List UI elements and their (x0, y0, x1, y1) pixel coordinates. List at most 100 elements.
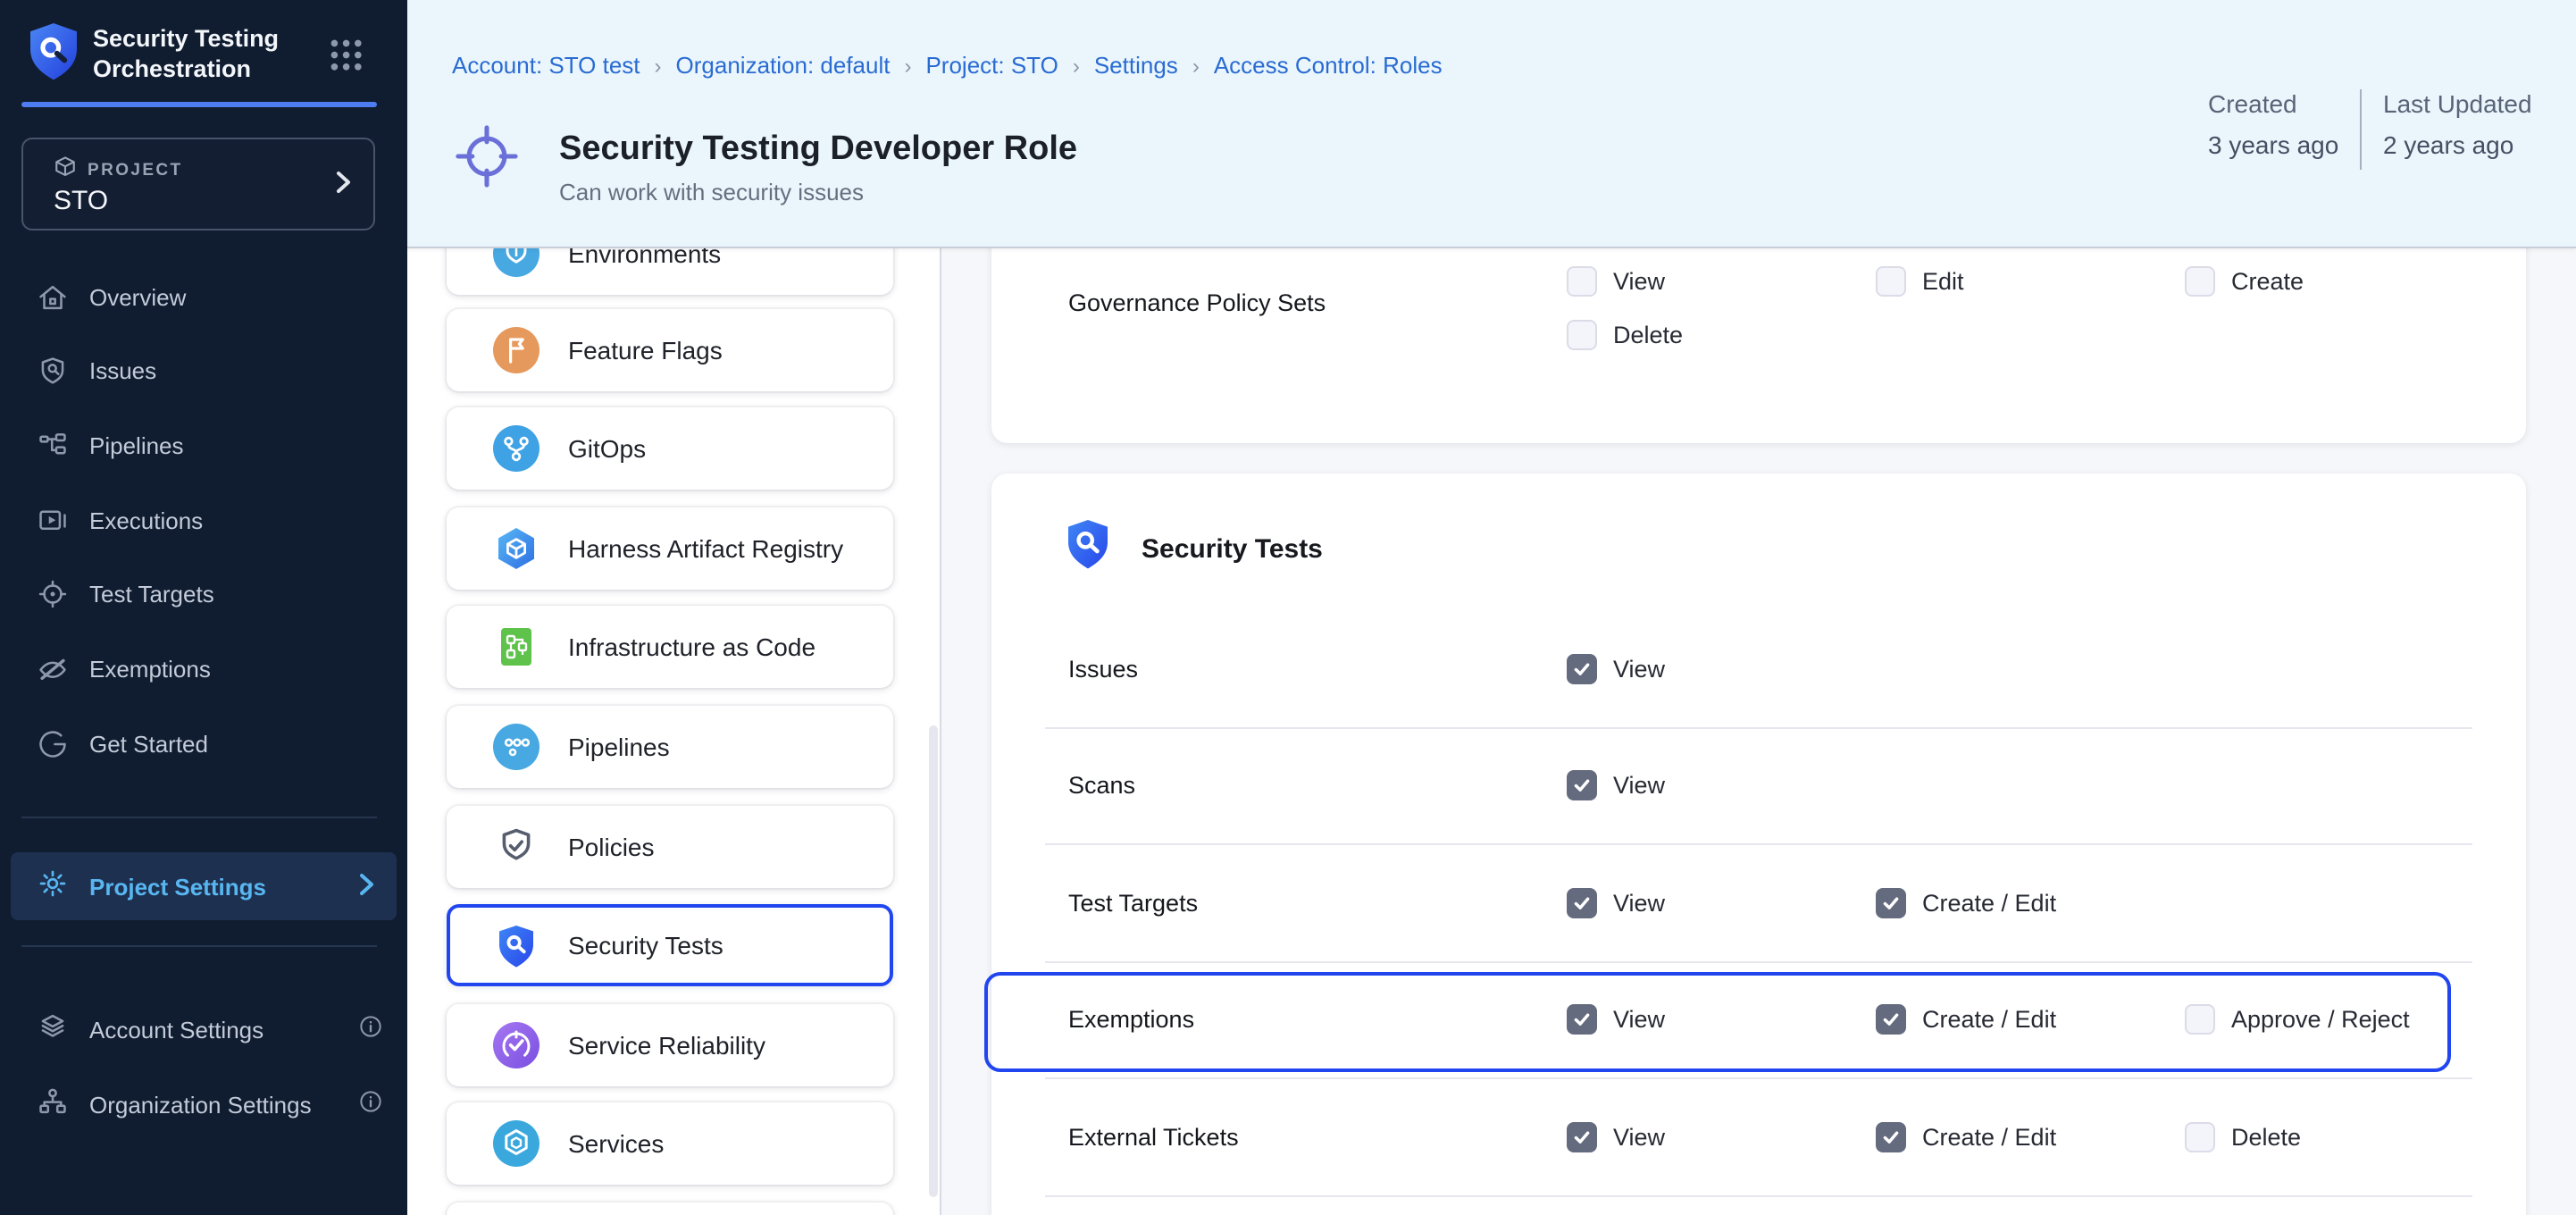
project-selector[interactable]: PROJECT STO (21, 138, 375, 230)
resource-category-label: Pipelines (568, 733, 670, 761)
permission-row-label: Issues (1045, 656, 1567, 683)
security-tests-card: Security Tests Issues ViewScans ViewTest… (991, 473, 2526, 1215)
sidebar-item-label: Account Settings (89, 1016, 263, 1043)
module-grid-icon[interactable] (330, 39, 363, 80)
resource-category-services[interactable]: Services (447, 1103, 893, 1186)
page-header: Account: STO test › Organization: default ›… (407, 0, 2576, 248)
checkbox-label[interactable]: View (1613, 1124, 1665, 1151)
policies-icon (493, 823, 539, 869)
checkbox-label[interactable]: Approve / Reject (2231, 1007, 2410, 1034)
checkbox-label[interactable]: View (1613, 773, 1665, 800)
feature-flags-icon (493, 326, 539, 373)
permission-view: View (1567, 266, 1876, 297)
resource-category-gitops[interactable]: GitOps (447, 407, 893, 490)
sidebar-item-label: Test Targets (89, 582, 214, 608)
breadcrumb-item-access-control-roles[interactable]: Access Control: Roles (1214, 52, 1443, 79)
last-updated-meta: Last Updated 2 years ago (2383, 89, 2532, 159)
checkbox-view[interactable] (1567, 654, 1597, 684)
checkbox-view[interactable] (1567, 1005, 1597, 1035)
resource-category-label: Service Reliability (568, 1031, 765, 1060)
sidebar-item-exemptions[interactable]: Exemptions (0, 633, 407, 705)
info-icon[interactable] (357, 1013, 384, 1045)
cube-icon (54, 155, 77, 184)
checkbox-view[interactable] (1567, 1122, 1597, 1152)
resource-category-label: Security Tests (568, 931, 723, 959)
sidebar-divider (21, 817, 377, 818)
breadcrumb-item-project-sto[interactable]: Project: STO (925, 52, 1058, 79)
permission-delete: Delete (2185, 1122, 2494, 1152)
checkbox-label[interactable]: View (1613, 268, 1665, 295)
resource-category-service-reliability[interactable]: Service Reliability (447, 1004, 893, 1086)
account-settings-icon (36, 1010, 70, 1049)
permission-view: View (1567, 1005, 1876, 1035)
sidebar-item-issues[interactable]: Issues (0, 335, 407, 406)
app-window: Security Testing Orchestration PROJECT S… (0, 0, 2576, 1215)
checkbox-delete[interactable] (1567, 320, 1597, 350)
permission-edit: Edit (1876, 266, 2185, 297)
accent-rule (21, 102, 377, 107)
permission-delete: Delete (1567, 320, 1876, 350)
checkbox-label[interactable]: View (1613, 1007, 1665, 1034)
checkbox-create-edit[interactable] (1876, 1005, 1906, 1035)
checkbox-view[interactable] (1567, 888, 1597, 918)
checkbox-edit[interactable] (1876, 266, 1906, 297)
checkbox-delete[interactable] (2185, 1122, 2215, 1152)
permission-row-label: Scans (1045, 773, 1567, 800)
sidebar-item-label: Executions (89, 507, 203, 533)
checkbox-create-edit[interactable] (1876, 888, 1906, 918)
permission-row-issues: Issues View (1045, 611, 2472, 728)
resource-category-harness-artifact-registry[interactable]: Harness Artifact Registry (447, 507, 893, 590)
resource-category-partial[interactable] (447, 1202, 893, 1215)
checkbox-label[interactable]: Edit (1922, 268, 1964, 295)
sidebar-item-project-settings[interactable]: Project Settings (11, 852, 397, 920)
checkbox-create-edit[interactable] (1876, 1122, 1906, 1152)
sidebar-item-overview[interactable]: Overview (0, 261, 407, 332)
info-icon[interactable] (357, 1088, 384, 1120)
gear-icon (36, 867, 70, 906)
resource-category-label: GitOps (568, 434, 646, 463)
page-subtitle: Can work with security issues (559, 179, 864, 205)
breadcrumb-item-settings[interactable]: Settings (1094, 52, 1178, 79)
checkbox-label[interactable]: Create / Edit (1922, 1124, 2056, 1151)
sidebar-item-pipelines[interactable]: Pipelines (0, 410, 407, 482)
chevron-right-icon (334, 170, 352, 204)
module-list-scrollbar[interactable] (929, 725, 938, 1197)
checkbox-label[interactable]: View (1613, 890, 1665, 917)
checkbox-approve-reject[interactable] (2185, 1005, 2215, 1035)
checkbox-view[interactable] (1567, 266, 1597, 297)
sidebar-item-account-settings[interactable]: Account Settings (0, 993, 407, 1065)
breadcrumb-separator: › (904, 53, 911, 78)
permission-approve-reject: Approve / Reject (2185, 1005, 2494, 1035)
permission-row-label: Test Targets (1045, 890, 1567, 917)
shield-search-icon (36, 354, 70, 388)
breadcrumb-item-account-sto-test[interactable]: Account: STO test (452, 52, 640, 79)
resource-category-infrastructure-as-code[interactable]: Infrastructure as Code (447, 607, 893, 689)
resource-category-pipelines[interactable]: Pipelines (447, 706, 893, 788)
checkbox-label[interactable]: View (1613, 656, 1665, 683)
checkbox-label[interactable]: Create / Edit (1922, 1007, 2056, 1034)
sidebar-item-label: Organization Settings (89, 1091, 312, 1118)
resource-category-policies[interactable]: Policies (447, 805, 893, 887)
sidebar-item-label: Project Settings (89, 873, 266, 900)
sidebar-item-label: Overview (89, 283, 186, 310)
main-area: Environments Feature Flags GitOps Harnes… (407, 0, 2576, 1215)
checkbox-label[interactable]: Delete (1613, 322, 1683, 348)
checkbox-create[interactable] (2185, 266, 2215, 297)
org-settings-icon (36, 1085, 70, 1124)
sto-shield-logo-icon (27, 21, 80, 91)
resource-category-security-tests[interactable]: Security Tests (447, 904, 893, 986)
checkbox-label[interactable]: Create (2231, 268, 2304, 295)
breadcrumb-item-organization-default[interactable]: Organization: default (676, 52, 891, 79)
sidebar-item-executions[interactable]: Executions (0, 484, 407, 556)
artifact-registry-icon (493, 525, 539, 572)
checkbox-label[interactable]: Create / Edit (1922, 890, 2056, 917)
permission-row-external-tickets: External Tickets View Create / Edit Dele… (1045, 1079, 2472, 1196)
sidebar-item-test-targets[interactable]: Test Targets (0, 559, 407, 631)
checkbox-label[interactable]: Delete (2231, 1124, 2301, 1151)
sidebar-item-organization-settings[interactable]: Organization Settings (0, 1068, 407, 1140)
checkbox-view[interactable] (1567, 771, 1597, 801)
permission-row-exemptions: Exemptions View Create / Edit Approve / … (1045, 962, 2472, 1079)
breadcrumb-separator: › (1192, 53, 1200, 78)
sidebar-item-get-started[interactable]: Get Started (0, 708, 407, 779)
resource-category-feature-flags[interactable]: Feature Flags (447, 308, 893, 390)
